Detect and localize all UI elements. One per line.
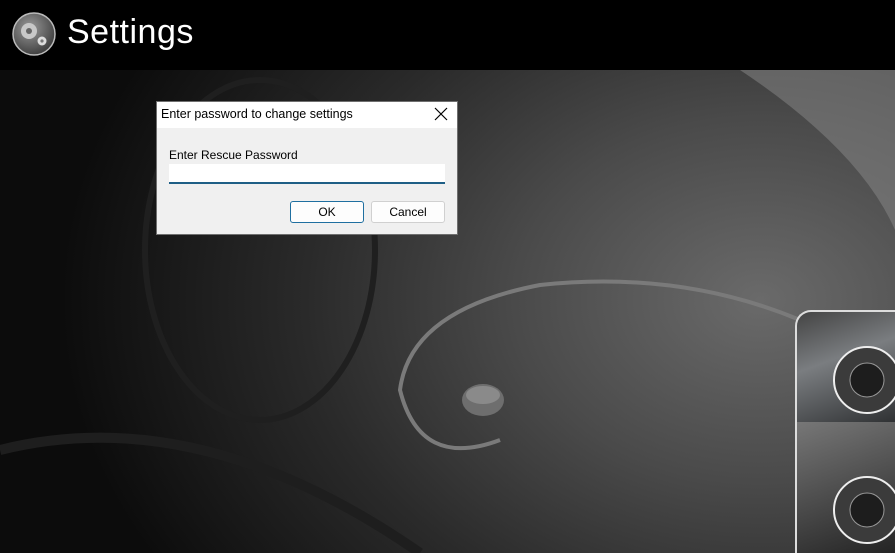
speaker-icon [833,476,895,544]
password-dialog: Enter password to change settings Enter … [156,101,458,235]
dialog-titlebar: Enter password to change settings [157,102,457,128]
speaker-tile-bottom [795,422,895,553]
dialog-title: Enter password to change settings [161,107,353,121]
rescue-password-label: Enter Rescue Password [169,148,298,162]
speaker-tile-top [795,310,895,424]
app-header: Settings [0,0,895,70]
page-title: Settings [67,13,194,51]
ok-button[interactable]: OK [290,201,364,223]
cancel-button[interactable]: Cancel [371,201,445,223]
settings-gears-icon [12,12,56,56]
close-icon[interactable] [433,106,449,122]
speaker-icon [833,346,895,414]
rescue-password-input[interactable] [169,164,445,184]
